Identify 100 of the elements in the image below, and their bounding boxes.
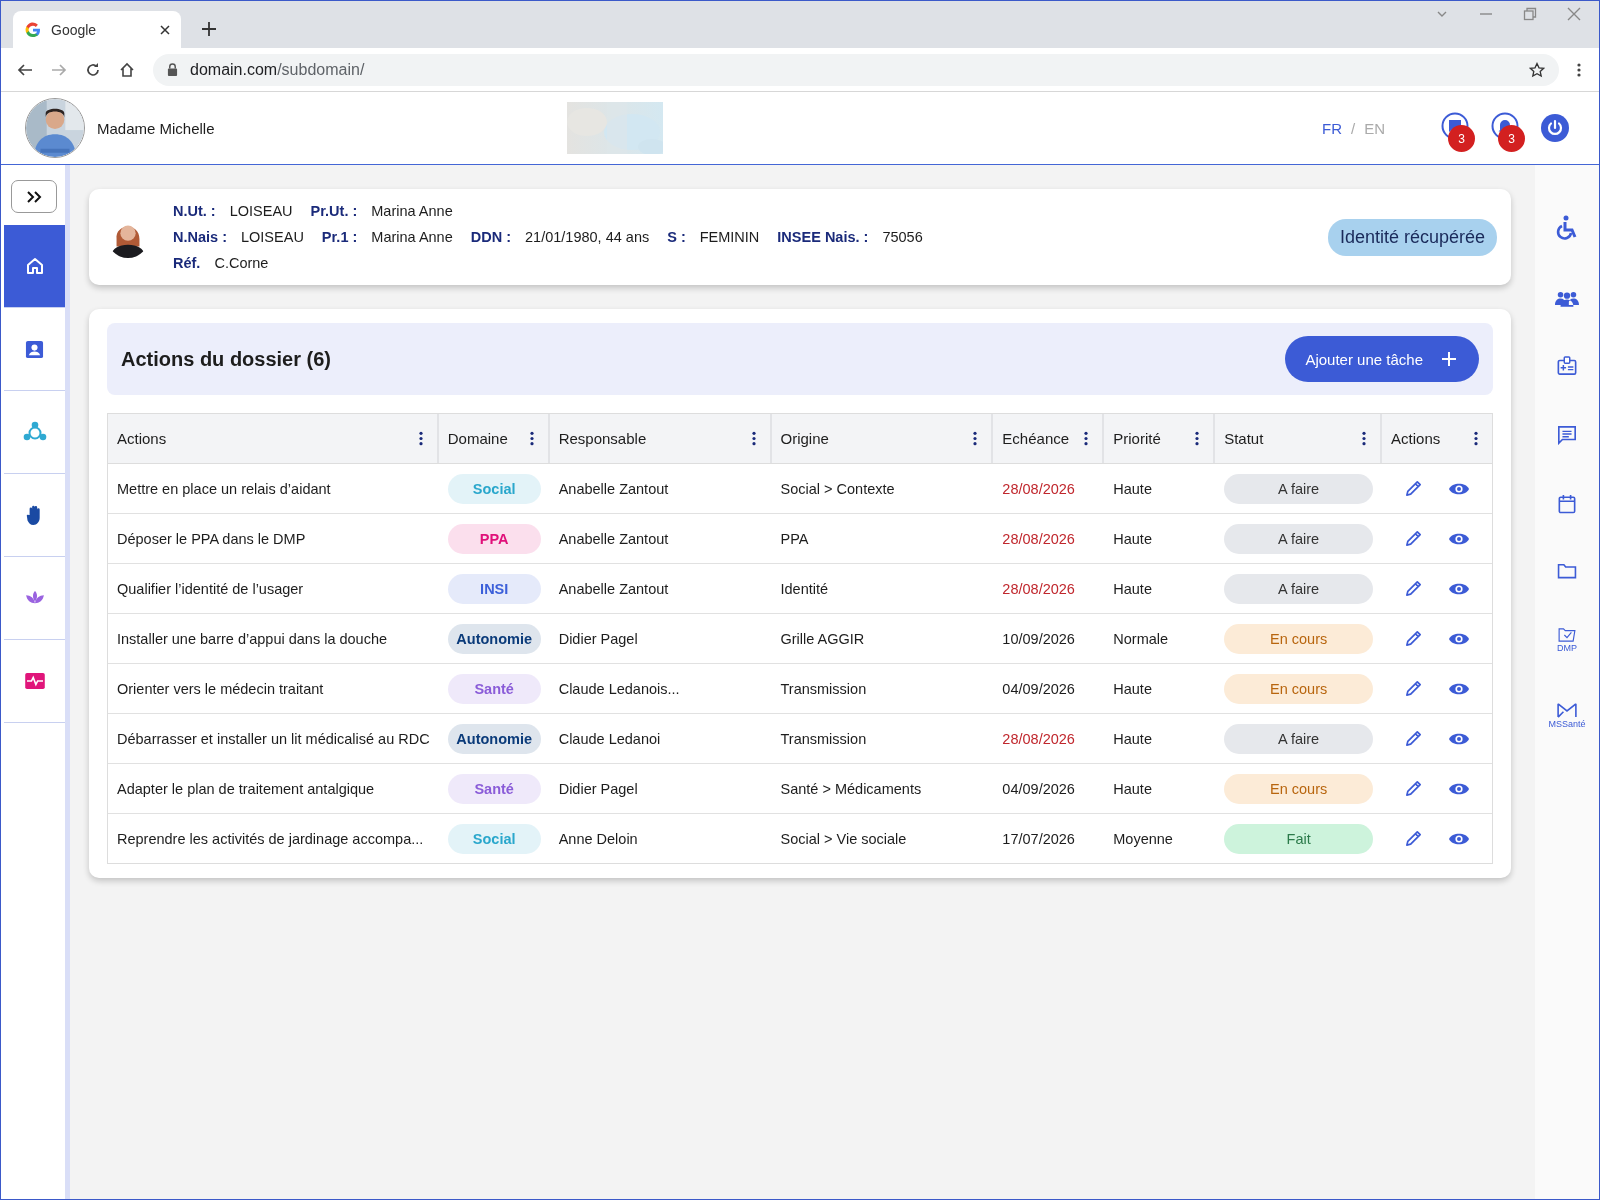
network-icon — [22, 421, 47, 443]
lock-icon — [167, 63, 178, 76]
column-header[interactable]: Statut — [1215, 414, 1383, 463]
view-icon[interactable] — [1448, 731, 1471, 746]
table-cell: Anabelle Zantout — [558, 480, 669, 497]
column-header[interactable]: Domaine — [438, 414, 550, 463]
edit-icon[interactable] — [1403, 829, 1423, 848]
column-header[interactable]: Responsable — [549, 414, 772, 463]
table-cell: Haute — [1113, 730, 1152, 747]
double-chevron-icon — [26, 189, 42, 204]
table-cell: Transmission — [780, 680, 867, 697]
status-badge: Fait — [1224, 823, 1374, 854]
home-icon[interactable] — [119, 61, 135, 78]
add-task-button[interactable]: Ajouter une tâche — [1285, 336, 1479, 382]
table-cell: 10/09/2026 — [1002, 630, 1075, 647]
edit-icon[interactable] — [1403, 579, 1423, 598]
back-icon[interactable] — [17, 61, 33, 78]
new-tab-icon[interactable] — [201, 21, 217, 37]
view-icon[interactable] — [1448, 681, 1471, 696]
id-card-icon[interactable] — [1557, 356, 1577, 376]
message-icon[interactable] — [1557, 425, 1577, 445]
contact-icon — [25, 339, 44, 359]
language-link[interactable]: FR — [1322, 119, 1342, 137]
table-cell: 28/08/2026 — [1002, 730, 1075, 747]
folder-icon[interactable] — [1557, 628, 1577, 642]
kebab-menu-icon[interactable] — [751, 431, 756, 446]
status-badge: En cours — [1224, 773, 1374, 804]
url-text: domain.com/subdomain/ — [190, 60, 365, 79]
table-cell: Installer une barre d’appui dans la douche — [117, 630, 388, 647]
table-cell: Social > Vie sociale — [780, 830, 907, 847]
table-cell: Didier Pagel — [558, 780, 638, 797]
envelope-check-icon[interactable] — [1557, 702, 1577, 718]
field-label: N.Nais : — [173, 229, 227, 245]
column-header[interactable]: Priorité — [1104, 414, 1216, 463]
address-bar[interactable]: domain.com/subdomain/ — [153, 53, 1559, 86]
reload-icon[interactable] — [85, 61, 101, 78]
edit-icon[interactable] — [1403, 729, 1423, 748]
table-cell: Anne Deloin — [558, 830, 638, 847]
column-header[interactable]: Origine — [771, 414, 994, 463]
field-value: FEMININ — [699, 229, 760, 245]
view-icon[interactable] — [1448, 781, 1471, 796]
column-header[interactable]: Actions — [1382, 414, 1492, 463]
kebab-menu-icon[interactable] — [1195, 431, 1200, 446]
kebab-menu-icon[interactable] — [1362, 431, 1367, 446]
table-cell: Mettre en place un relais d’aidant — [117, 480, 331, 497]
kebab-menu-icon[interactable] — [1084, 431, 1089, 446]
field-value: C.Corne — [214, 255, 269, 271]
star-icon[interactable] — [1529, 61, 1545, 78]
status-badge: A faire — [1224, 573, 1374, 604]
table-cell: Didier Pagel — [558, 630, 638, 647]
power-icon[interactable] — [1541, 114, 1569, 142]
browser-tab[interactable]: Google — [13, 11, 181, 48]
expand-button[interactable] — [11, 180, 57, 213]
field-value: LOISEAU — [229, 203, 293, 219]
column-header[interactable]: Echéance — [993, 414, 1105, 463]
view-icon[interactable] — [1448, 831, 1471, 846]
restore-icon[interactable] — [1523, 6, 1537, 21]
close-icon[interactable] — [159, 23, 171, 36]
table-cell: Débarrasser et installer un lit médicalisé au RDC — [117, 730, 430, 747]
kebab-menu-icon[interactable] — [529, 431, 534, 446]
sidebar-item[interactable] — [4, 225, 65, 308]
view-icon[interactable] — [1448, 531, 1471, 546]
kebab-menu-icon[interactable] — [973, 431, 978, 446]
plus-icon — [1441, 351, 1457, 367]
table-cell: Haute — [1113, 530, 1152, 547]
edit-icon[interactable] — [1403, 479, 1423, 498]
table-cell: 28/08/2026 — [1002, 480, 1075, 497]
calendar-icon[interactable] — [1558, 494, 1576, 514]
field-value: 75056 — [882, 229, 923, 245]
domain-tag: Autonomie — [447, 723, 541, 754]
view-icon[interactable] — [1448, 481, 1471, 496]
field-value: 21/01/1980, 44 ans — [525, 229, 650, 245]
field-label: Pr.1 : — [321, 229, 358, 245]
folder-icon[interactable] — [1557, 563, 1577, 579]
wheelchair-icon[interactable] — [1556, 215, 1578, 241]
view-icon[interactable] — [1448, 631, 1471, 646]
field-label: DDN : — [470, 229, 512, 245]
field-label: Pr.Ut. : — [310, 203, 358, 219]
table-cell: Orienter vers le médecin traitant — [117, 680, 324, 697]
kebab-menu-icon[interactable] — [1474, 431, 1478, 446]
column-header[interactable]: Actions — [108, 414, 439, 463]
table-cell: Haute — [1113, 580, 1152, 597]
table-cell: Déposer le PPA dans le DMP — [117, 530, 306, 547]
status-badge: En cours — [1224, 673, 1374, 704]
table-cell: 28/08/2026 — [1002, 580, 1075, 597]
table-cell: 17/07/2026 — [1002, 830, 1075, 847]
status-badge: A faire — [1224, 723, 1374, 754]
edit-icon[interactable] — [1403, 629, 1423, 648]
status-badge: A faire — [1224, 523, 1374, 554]
heartbeat-icon — [24, 673, 45, 689]
kebab-menu-icon[interactable] — [418, 431, 423, 446]
more-icon[interactable] — [1577, 61, 1581, 78]
edit-icon[interactable] — [1403, 679, 1423, 698]
table-cell: Santé > Médicaments — [780, 780, 922, 797]
edit-icon[interactable] — [1403, 779, 1423, 798]
notification-badge: 3 — [1448, 125, 1475, 152]
status-badge: En cours — [1224, 623, 1374, 654]
view-icon[interactable] — [1448, 581, 1471, 596]
group-icon[interactable] — [1555, 290, 1579, 307]
edit-icon[interactable] — [1403, 529, 1423, 548]
